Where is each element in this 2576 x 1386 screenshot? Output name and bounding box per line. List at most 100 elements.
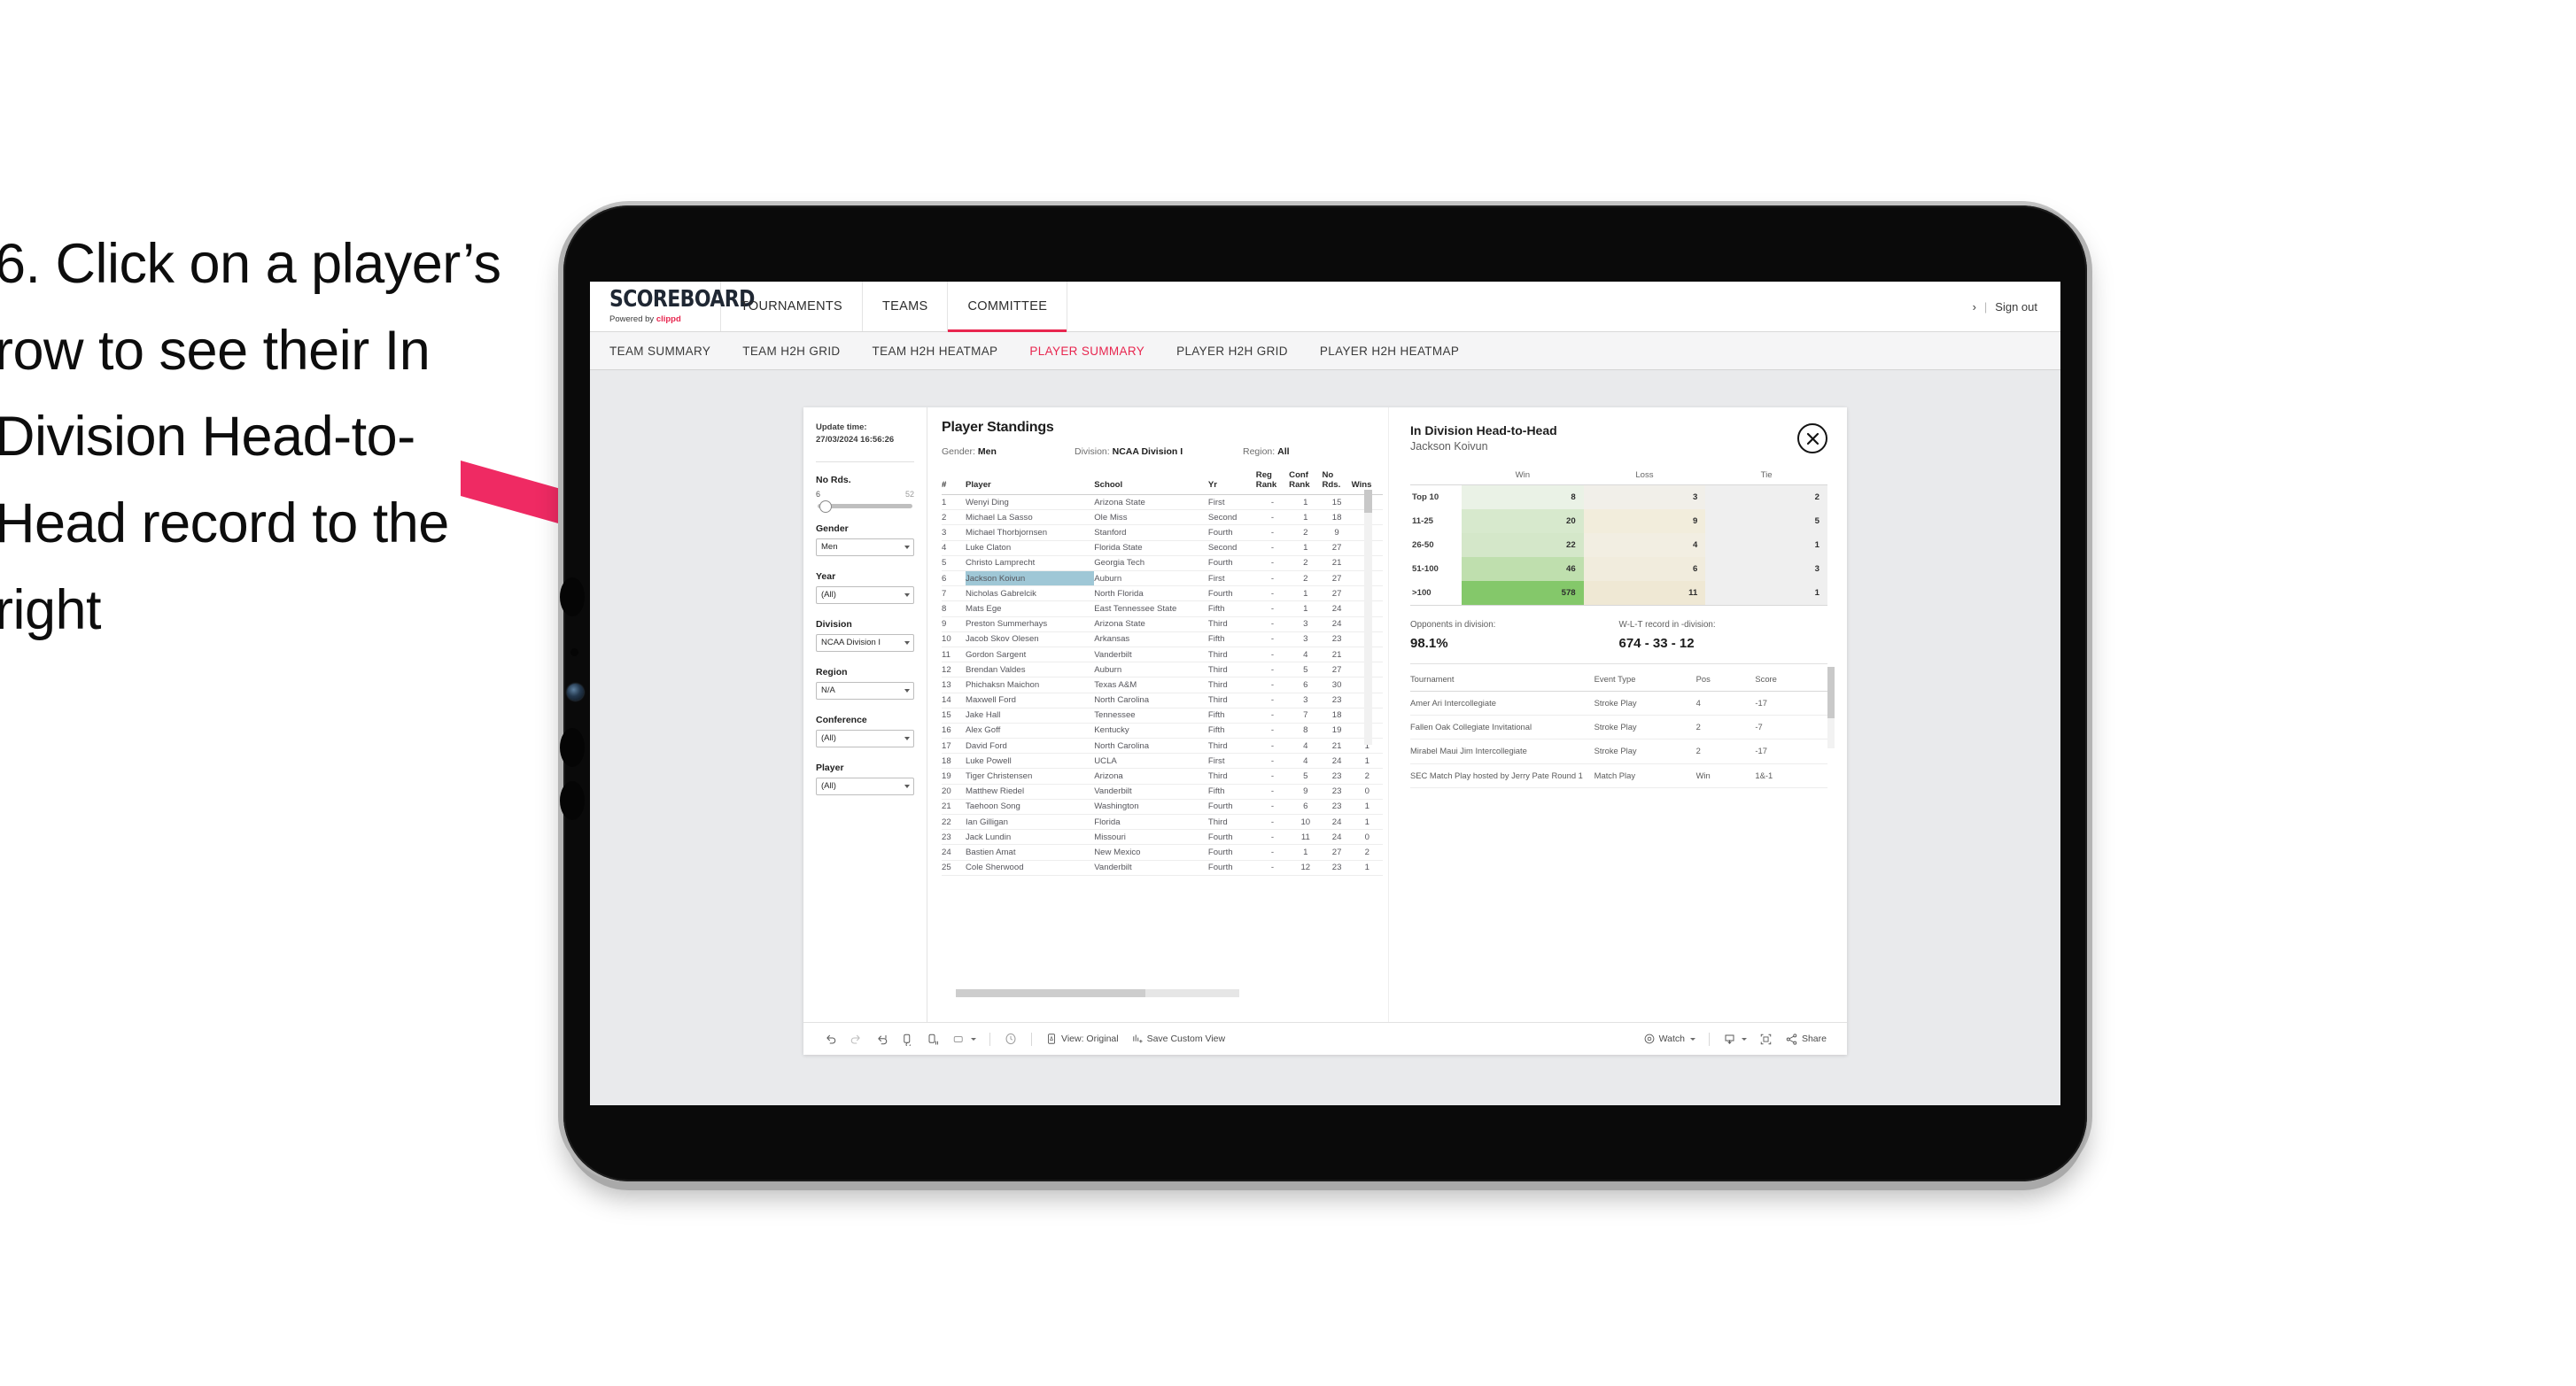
row-player: Taehoon Song [965, 799, 1095, 816]
tournament-row[interactable]: Mirabel Maui Jim Intercollegiate Stroke P… [1410, 739, 1827, 764]
table-row[interactable]: 17 David Ford North Carolina Third -4 21 1 [942, 738, 1383, 755]
col-event-type[interactable]: Event Type [1594, 666, 1696, 692]
col-reg-rank[interactable]: Reg Rank [1255, 468, 1290, 496]
watch-button[interactable]: Watch [1637, 1033, 1702, 1045]
pause-auto-update-button[interactable] [920, 1033, 946, 1046]
slider-min-value: 6 [816, 489, 821, 499]
tournament-event-type: Stroke Play [1594, 691, 1696, 716]
undo-button[interactable] [818, 1033, 843, 1046]
user-chevron-icon[interactable]: › [1973, 300, 1976, 314]
row-reg-rank: - [1255, 693, 1290, 708]
save-custom-view-button[interactable]: Save Custom View [1125, 1033, 1232, 1045]
row-reg-rank: - [1255, 829, 1290, 846]
col-school[interactable]: School [1094, 468, 1208, 496]
tournament-row[interactable]: SEC Match Play hosted by Jerry Pate Roun… [1410, 763, 1827, 788]
brand-logo[interactable]: SCOREBOARD Powered by clippd [590, 282, 755, 331]
row-school: Arizona State [1094, 494, 1208, 511]
row-no-rds: 24 [1322, 600, 1352, 617]
table-row[interactable]: 14Maxwell FordNorth CarolinaThird-3230 [942, 693, 1383, 708]
view-original-button[interactable]: View: Original [1039, 1033, 1125, 1045]
table-row[interactable]: 7 Nicholas Gabrelcik North Florida Fourth -1… [942, 585, 1383, 602]
table-row[interactable]: 13Phichaksn MaichonTexas A&MThird-6301 [942, 677, 1383, 693]
division-select[interactable]: NCAA Division I [816, 633, 914, 652]
table-row[interactable]: 1Wenyi DingArizona StateFirst-1151 [942, 494, 1383, 511]
subnav-item-team-summary[interactable]: TEAM SUMMARY [609, 345, 710, 358]
table-row[interactable]: 18 Luke Powell UCLA First -4 24 1 [942, 753, 1383, 770]
table-row[interactable]: 12Brendan ValdesAuburnThird-5270 [942, 662, 1383, 678]
table-row[interactable]: 11Gordon SargentVanderbiltThird-4210 [942, 647, 1383, 663]
row-conf-rank: 12 [1289, 860, 1323, 876]
table-row[interactable]: 2Michael La SassoOle MissSecond-1180 [942, 509, 1383, 526]
table-row[interactable]: 24 Bastien Amat New Mexico Fourth -1 27 2 [942, 844, 1383, 861]
tournament-row[interactable]: Amer Ari Intercollegiate Stroke Play 4 -17 [1410, 691, 1827, 716]
table-horizontal-scrollbar[interactable] [956, 989, 1239, 997]
conference-select[interactable]: (All) [816, 729, 914, 747]
year-select[interactable]: (All) [816, 585, 914, 604]
sign-out-link[interactable]: Sign out [1995, 300, 2037, 314]
row-rank: 3 [942, 524, 966, 541]
device-layout-button[interactable] [946, 1033, 982, 1046]
table-vertical-scrollbar[interactable] [1364, 490, 1372, 745]
subnav-item-player-h2h-grid[interactable]: PLAYER H2H GRID [1176, 345, 1288, 358]
table-row[interactable]: 20 Matthew Riedel Vanderbilt Fifth -9 23 0 [942, 784, 1383, 800]
topnav-item-tournaments[interactable]: TOURNAMENTS [721, 282, 864, 331]
redo-button[interactable] [843, 1033, 869, 1046]
scrollbar-thumb[interactable] [1827, 667, 1835, 718]
clock-history-button[interactable] [997, 1032, 1024, 1046]
close-icon[interactable] [1797, 423, 1827, 453]
row-player: Luke Powell [965, 753, 1095, 770]
no-rounds-slider[interactable] [818, 500, 912, 514]
col-rank[interactable]: # [942, 468, 966, 496]
subnav-item-team-h2h-heatmap[interactable]: TEAM H2H HEATMAP [873, 345, 998, 358]
subnav-item-player-summary[interactable]: PLAYER SUMMARY [1029, 345, 1144, 358]
topnav-item-teams[interactable]: TEAMS [863, 282, 949, 331]
table-row[interactable]: 8Mats EgeEast Tennessee StateFifth-1242 [942, 600, 1383, 617]
device-volume-down-button[interactable] [560, 781, 585, 820]
table-row[interactable]: 16Alex GoffKentuckyFifth-8190 [942, 723, 1383, 739]
share-button[interactable]: Share [1779, 1033, 1833, 1046]
topnav-item-committee[interactable]: COMMITTEE [948, 282, 1068, 332]
col-player[interactable]: Player [965, 468, 1095, 496]
table-row[interactable]: 15Jake HallTennesseeFifth-7180 [942, 708, 1383, 724]
col-conf-rank[interactable]: Conf Rank [1289, 468, 1323, 496]
region-select[interactable]: N/A [816, 681, 914, 700]
filter-division: Division NCAA Division I [816, 619, 914, 652]
subnav-item-player-h2h-heatmap[interactable]: PLAYER H2H HEATMAP [1320, 345, 1459, 358]
brand-subtitle: Powered by clippd [609, 314, 720, 324]
refresh-data-button[interactable] [895, 1033, 920, 1046]
table-row[interactable]: 6Jackson KoivunAuburnFirst-2271 [942, 570, 1383, 587]
row-school: Missouri [1094, 829, 1208, 846]
col-score[interactable]: Score [1755, 666, 1827, 692]
gender-select[interactable]: Men [816, 538, 914, 556]
device-button-top[interactable] [560, 577, 585, 616]
col-year[interactable]: Yr [1207, 468, 1256, 496]
tournament-event-type: Stroke Play [1594, 739, 1696, 764]
device-volume-up-button[interactable] [560, 728, 585, 767]
row-conf-rank: 6 [1289, 677, 1323, 693]
col-tournament[interactable]: Tournament [1410, 666, 1594, 692]
table-row[interactable]: 3Michael ThorbjornsenStanfordFourth-291 [942, 524, 1383, 541]
scrollbar-thumb[interactable] [1364, 490, 1372, 513]
table-row[interactable]: 9 Preston Summerhays Arizona State Third -3 2… [942, 616, 1383, 632]
col-pos[interactable]: Pos [1695, 666, 1756, 692]
slider-handle[interactable] [819, 500, 832, 514]
table-row[interactable]: 22 Ian Gilligan Florida Third -10 24 1 [942, 814, 1383, 831]
scrollbar-thumb[interactable] [956, 989, 1145, 997]
table-row[interactable]: 19 Tiger Christensen Arizona Third -5 23 2 [942, 768, 1383, 785]
download-button[interactable] [1717, 1033, 1753, 1046]
table-row[interactable]: 4Luke ClatonFlorida StateSecond-1272 [942, 540, 1383, 556]
col-no-rds[interactable]: No Rds. [1322, 468, 1352, 496]
player-select[interactable]: (All) [816, 777, 914, 795]
table-row[interactable]: 21 Taehoon Song Washington Fourth -6 23 1 [942, 799, 1383, 816]
table-row[interactable]: 25 Cole Sherwood Vanderbilt Fourth -12 23 1 [942, 860, 1383, 876]
meta-gender-label: Gender: [942, 446, 978, 457]
tournament-row[interactable]: Fallen Oak Collegiate Invitational Stroke… [1410, 715, 1827, 740]
table-row[interactable]: 23 Jack Lundin Missouri Fourth -11 24 0 [942, 829, 1383, 846]
subnav-item-team-h2h-grid[interactable]: TEAM H2H GRID [742, 345, 840, 358]
table-row[interactable]: 10Jacob Skov OlesenArkansasFifth-3230 [942, 631, 1383, 647]
revert-button[interactable] [869, 1033, 895, 1046]
fullscreen-button[interactable] [1753, 1033, 1779, 1046]
tournaments-scrollbar[interactable] [1827, 667, 1835, 748]
table-row[interactable]: 5 Christo Lamprecht Georgia Tech Fourth -2 21… [942, 555, 1383, 572]
row-reg-rank: - [1255, 555, 1290, 572]
